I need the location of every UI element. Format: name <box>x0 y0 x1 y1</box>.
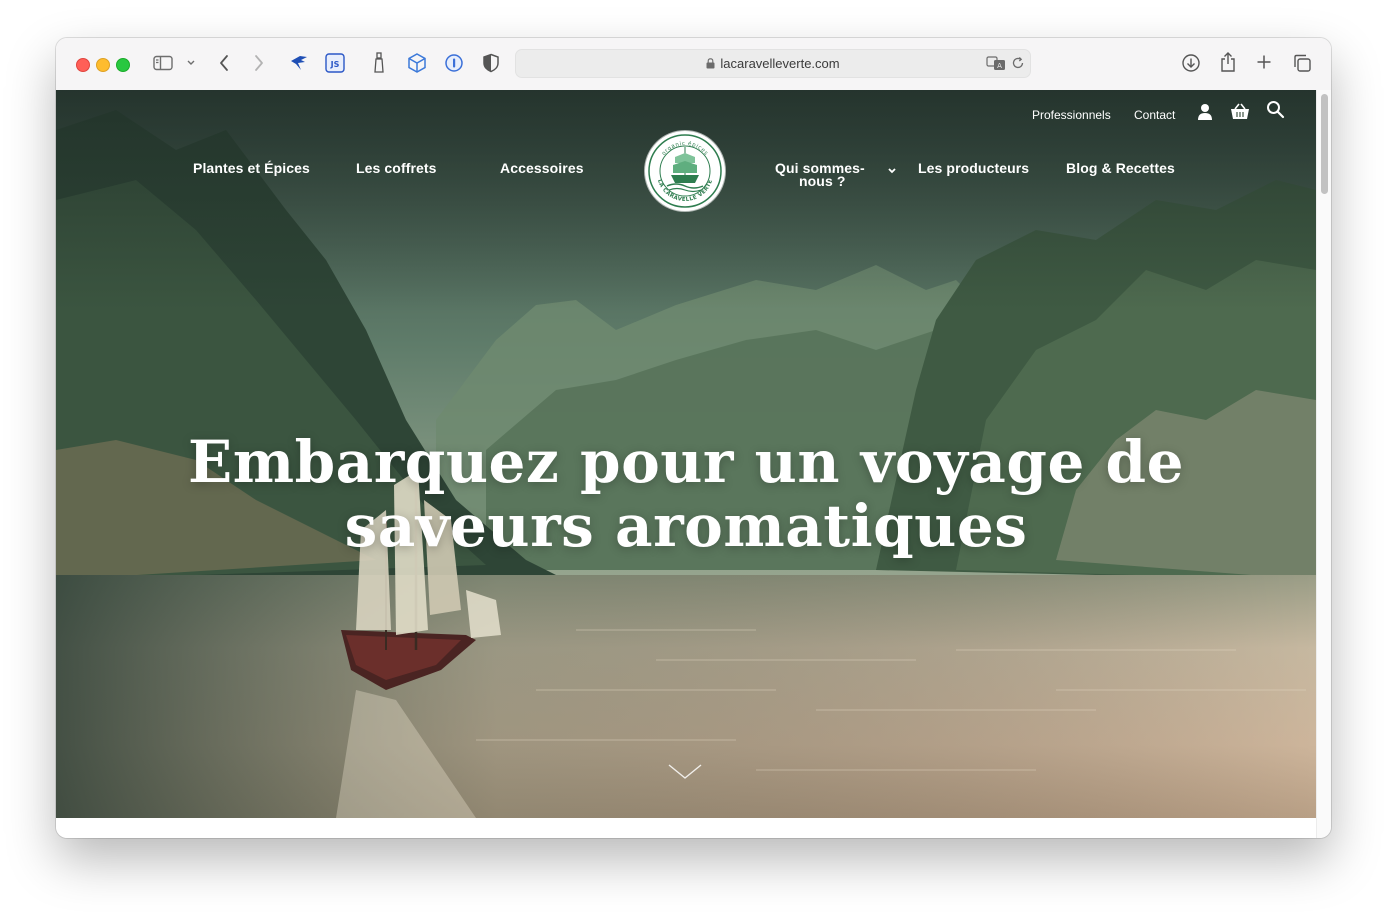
download-icon[interactable] <box>1181 53 1201 73</box>
search-icon[interactable] <box>1266 100 1285 119</box>
extension-cube-icon[interactable] <box>406 52 428 74</box>
nav-qui-line2: nous ? <box>799 173 846 189</box>
nav-les-producteurs[interactable]: Les producteurs <box>918 161 1029 175</box>
share-icon[interactable] <box>1219 51 1237 73</box>
nav-les-coffrets[interactable]: Les coffrets <box>356 161 437 175</box>
address-bar[interactable]: lacaravelleverte.com A <box>515 49 1031 78</box>
chevron-down-icon[interactable] <box>186 59 196 67</box>
lock-icon <box>706 57 715 72</box>
hero-headline-line1: Embarquez pour un voyage de <box>188 428 1184 496</box>
back-icon[interactable] <box>218 54 230 72</box>
vertical-scrollbar[interactable] <box>1316 90 1331 838</box>
browser-toolbar: JS lacaravelleverte.com A <box>56 38 1331 91</box>
professionnels-link[interactable]: Professionnels <box>1032 108 1111 122</box>
extension-bird-icon[interactable] <box>288 52 310 74</box>
web-page: Professionnels Contact Plantes et Épices… <box>56 90 1316 818</box>
scrollbar-thumb[interactable] <box>1321 94 1328 194</box>
minimize-window-button[interactable] <box>96 58 110 72</box>
nav-accessoires[interactable]: Accessoires <box>500 161 584 175</box>
nav-qui-sommes-nous[interactable]: Qui sommes- nous ? <box>775 161 865 189</box>
sidebar-icon[interactable] <box>153 55 173 71</box>
svg-text:JS: JS <box>330 60 340 69</box>
zoom-window-button[interactable] <box>116 58 130 72</box>
browser-window: JS lacaravelleverte.com A Professionnels… <box>56 38 1331 838</box>
svg-text:A: A <box>997 62 1002 70</box>
reload-icon[interactable] <box>1011 56 1025 70</box>
chevron-down-icon[interactable] <box>887 167 897 175</box>
caravelle-logo-icon: organic épices LA CARAVELLE VERTE <box>648 134 722 208</box>
extension-bottle-icon[interactable] <box>372 52 386 74</box>
contact-link[interactable]: Contact <box>1134 108 1175 122</box>
tabs-overview-icon[interactable] <box>1292 53 1312 73</box>
new-tab-icon[interactable] <box>1256 54 1272 70</box>
extension-shield-icon[interactable] <box>482 53 500 73</box>
page-below-fold <box>56 818 1316 838</box>
close-window-button[interactable] <box>76 58 90 72</box>
user-icon[interactable] <box>1197 103 1213 121</box>
translate-icon[interactable]: A <box>986 55 1006 71</box>
forward-icon[interactable] <box>253 54 265 72</box>
url-text: lacaravelleverte.com <box>720 56 840 71</box>
extension-js-icon[interactable]: JS <box>325 53 345 73</box>
extension-1password-icon[interactable] <box>444 53 464 73</box>
hero-headline-line2: saveurs aromatiques <box>344 492 1028 560</box>
site-logo[interactable]: organic épices LA CARAVELLE VERTE <box>645 131 725 211</box>
nav-blog-recettes[interactable]: Blog & Recettes <box>1066 161 1175 175</box>
scroll-down-chevron-icon[interactable] <box>667 763 703 781</box>
nav-plantes-et-epices[interactable]: Plantes et Épices <box>193 161 310 175</box>
basket-icon[interactable] <box>1230 103 1250 121</box>
